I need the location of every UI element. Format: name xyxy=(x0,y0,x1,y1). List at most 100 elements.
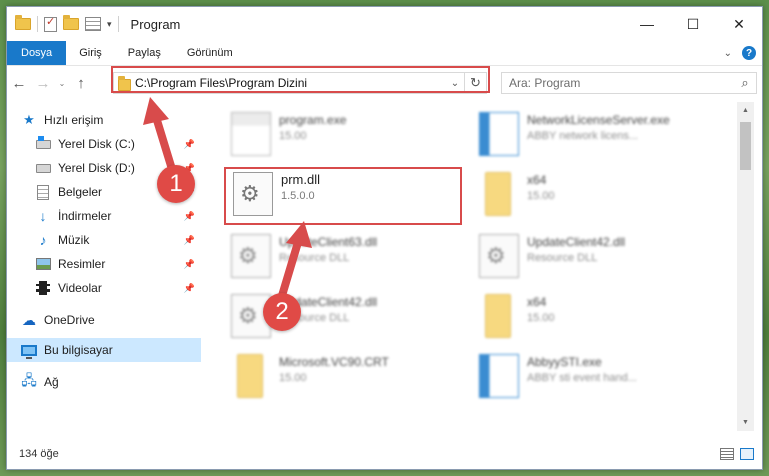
nav-onedrive[interactable]: ☁ OneDrive xyxy=(7,308,201,332)
file-item[interactable]: Microsoft.VC90.CRT 15.00 xyxy=(231,354,389,398)
ribbon-tabs: Dosya Giriş Paylaş Görünüm ⌄ ? xyxy=(7,41,762,65)
tab-home[interactable]: Giriş xyxy=(66,41,115,65)
file-item[interactable]: program.exe 15.00 xyxy=(231,112,346,156)
maximize-button[interactable]: ☐ xyxy=(670,7,716,41)
music-icon: ♪ xyxy=(39,232,47,248)
nav-label: Müzik xyxy=(58,233,90,247)
gear-icon: ⚙ xyxy=(238,303,258,328)
step-marker-1: 1 xyxy=(157,165,195,203)
file-detail: Resource DLL xyxy=(527,252,598,264)
tab-view[interactable]: Görünüm xyxy=(174,41,246,65)
vertical-scrollbar[interactable]: ▲ ▼ xyxy=(737,102,754,431)
pin-icon[interactable]: 📌 xyxy=(184,139,195,150)
help-icon[interactable]: ? xyxy=(742,46,756,60)
qat-dropdown-icon[interactable]: ▾ xyxy=(107,19,112,30)
search-box[interactable]: Ara: Program ⌕ xyxy=(501,72,757,94)
exe-icon xyxy=(231,112,271,156)
ribbon-right: ⌄ ? xyxy=(724,41,762,65)
exe-icon xyxy=(479,112,519,156)
separator xyxy=(117,16,119,32)
properties-icon[interactable] xyxy=(85,17,101,31)
downloads-icon: ↓ xyxy=(39,208,47,224)
quick-access-toolbar: ▾ xyxy=(7,7,119,41)
new-folder-icon[interactable] xyxy=(63,15,79,30)
title-bar: ▾ Program — ☐ ✕ xyxy=(7,7,762,41)
onedrive-cloud-icon: ☁ xyxy=(22,311,36,328)
navigation-pane: ★ Hızlı erişim Yerel Disk (C:) 📌 Yerel D… xyxy=(7,102,201,431)
drive-c-icon xyxy=(35,135,51,152)
nav-label: Resimler xyxy=(58,257,106,271)
scroll-down-icon[interactable]: ▼ xyxy=(737,414,754,431)
back-arrow-icon[interactable]: ← xyxy=(7,75,31,92)
pin-icon[interactable]: 📌 xyxy=(184,211,195,222)
close-button[interactable]: ✕ xyxy=(716,7,762,41)
file-name: UpdateClient42.dll xyxy=(527,235,626,249)
folder-icon xyxy=(237,354,263,398)
file-name: NetworkLicenseServer.exe xyxy=(527,113,670,127)
nav-item-drive-c[interactable]: Yerel Disk (C:) 📌 xyxy=(7,132,201,156)
file-item[interactable]: ⚙ UpdateClient42.dll Resource DLL xyxy=(231,294,377,338)
recent-locations-icon[interactable]: ⌄ xyxy=(55,79,69,88)
pin-icon[interactable]: 📌 xyxy=(184,235,195,246)
file-detail: Resource DLL xyxy=(279,252,350,264)
network-icon: 🖧 xyxy=(21,372,37,388)
nav-label: Hızlı erişim xyxy=(44,113,104,127)
file-item[interactable]: x64 15.00 xyxy=(479,294,555,338)
pin-icon[interactable]: 📌 xyxy=(184,259,195,270)
file-detail: ABBY sti event hand... xyxy=(527,372,637,384)
folder-icon xyxy=(485,294,511,338)
status-bar: 134 öğe xyxy=(7,439,762,469)
nav-label: OneDrive xyxy=(44,313,95,327)
file-detail: 15.00 xyxy=(527,312,555,324)
nav-item-videos[interactable]: Videolar 📌 xyxy=(7,276,201,300)
nav-this-pc[interactable]: Bu bilgisayar xyxy=(7,338,201,362)
nav-network[interactable]: 🖧 Ağ xyxy=(7,370,201,394)
expand-ribbon-icon[interactable]: ⌄ xyxy=(724,48,732,59)
nav-label: Videolar xyxy=(58,281,102,295)
item-count: 134 öğe xyxy=(19,448,59,460)
large-icons-view-icon[interactable] xyxy=(740,448,754,460)
step-marker-2: 2 xyxy=(263,293,301,331)
file-item[interactable]: ⚙ UpdateClient63.dll Resource DLL xyxy=(231,234,377,278)
nav-item-music[interactable]: ♪ Müzik 📌 xyxy=(7,228,201,252)
file-detail: 15.00 xyxy=(527,190,555,202)
search-placeholder[interactable]: Ara: Program xyxy=(509,76,580,90)
file-list: program.exe 15.00 NetworkLicenseServer.e… xyxy=(207,102,737,431)
nav-item-pictures[interactable]: Resimler 📌 xyxy=(7,252,201,276)
tab-share[interactable]: Paylaş xyxy=(115,41,174,65)
explorer-window: ▾ Program — ☐ ✕ Dosya Giriş Paylaş Görün… xyxy=(6,6,763,470)
nav-label: Yerel Disk (C:) xyxy=(58,137,135,151)
file-name: Microsoft.VC90.CRT xyxy=(279,355,389,369)
this-pc-icon xyxy=(21,342,37,359)
address-highlight-box xyxy=(111,66,490,93)
pictures-icon xyxy=(35,256,51,272)
gear-icon: ⚙ xyxy=(238,243,258,268)
forward-arrow-icon[interactable]: → xyxy=(31,75,55,92)
nav-label: Ağ xyxy=(44,375,59,389)
nav-label: Belgeler xyxy=(58,185,103,199)
scroll-up-icon[interactable]: ▲ xyxy=(737,102,754,119)
nav-item-downloads[interactable]: ↓ İndirmeler 📌 xyxy=(7,204,201,228)
scroll-thumb[interactable] xyxy=(740,122,751,170)
properties-check-icon[interactable] xyxy=(44,15,57,32)
gear-icon: ⚙ xyxy=(486,243,506,268)
pin-icon[interactable]: 📌 xyxy=(184,283,195,294)
nav-quick-access[interactable]: ★ Hızlı erişim xyxy=(7,108,201,132)
exe-icon xyxy=(479,354,519,398)
star-icon: ★ xyxy=(23,112,35,127)
file-detail: ABBY network licens... xyxy=(527,130,639,142)
file-name: x64 xyxy=(527,295,547,309)
tab-file[interactable]: Dosya xyxy=(7,41,67,65)
file-name: program.exe xyxy=(279,113,347,127)
separator xyxy=(37,16,38,32)
search-icon[interactable]: ⌕ xyxy=(734,75,756,91)
up-arrow-icon[interactable]: ↑ xyxy=(69,75,93,92)
window-controls: — ☐ ✕ xyxy=(624,7,762,41)
details-view-icon[interactable] xyxy=(720,448,734,460)
file-item[interactable]: x64 15.00 xyxy=(479,172,555,216)
file-item[interactable]: AbbyySTI.exe ABBY sti event hand... xyxy=(479,354,637,398)
drive-d-icon xyxy=(35,160,51,176)
file-item[interactable]: ⚙ UpdateClient42.dll Resource DLL xyxy=(479,234,625,278)
minimize-button[interactable]: — xyxy=(624,7,670,41)
file-item[interactable]: NetworkLicenseServer.exe ABBY network li… xyxy=(479,112,670,156)
